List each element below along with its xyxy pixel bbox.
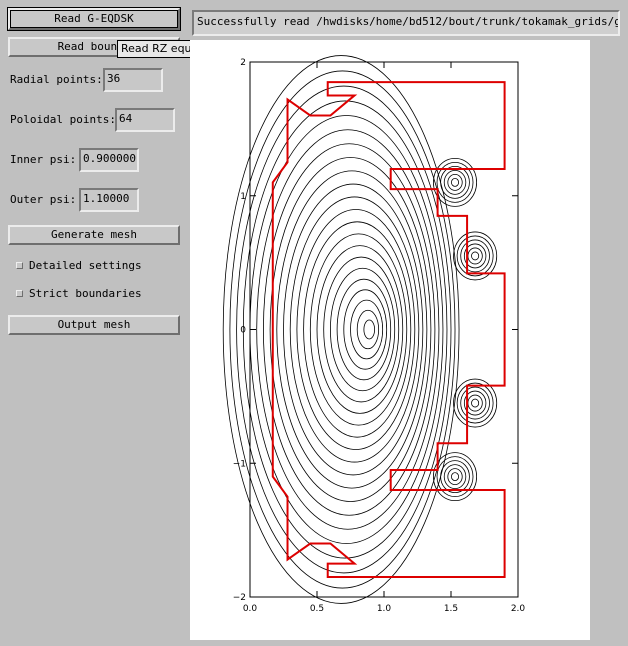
local-contour <box>467 247 483 265</box>
plot-area: 0.0 0.5 1.0 1.5 2.0 2 1 0 −1 −2 <box>190 40 590 640</box>
status-text-field: Successfully read /hwdisks/home/bd512/bo… <box>192 10 620 36</box>
strict-boundaries-label: Strict boundaries <box>29 287 142 300</box>
output-mesh-button[interactable]: Output mesh <box>8 315 180 335</box>
y-tick-label: 1 <box>240 192 246 202</box>
psi-contour <box>363 319 376 340</box>
wall-boundary <box>271 81 506 578</box>
psi-contour <box>283 183 424 476</box>
inner-psi-input[interactable]: 0.900000 <box>79 148 139 172</box>
psi-contour <box>296 209 416 450</box>
local-contour <box>440 460 470 494</box>
psi-contour <box>249 115 444 544</box>
local-contour <box>451 472 460 482</box>
x-tick-label: 1.0 <box>377 604 392 614</box>
local-contour <box>460 239 490 273</box>
radial-points-input[interactable]: 36 <box>103 68 163 92</box>
generate-mesh-button[interactable]: Generate mesh <box>8 225 180 245</box>
psi-contour <box>356 309 380 350</box>
inner-psi-label: Inner psi: <box>10 153 77 166</box>
local-contour <box>456 382 494 424</box>
radial-points-label: Radial points: <box>10 73 103 86</box>
psi-contour <box>316 245 404 414</box>
detailed-settings-label: Detailed settings <box>29 259 142 272</box>
local-contour <box>460 386 490 420</box>
outer-psi-input[interactable]: 1.10000 <box>79 188 139 212</box>
local-contour <box>467 394 483 412</box>
psi-contour <box>276 170 428 489</box>
poloidal-points-input[interactable]: 64 <box>115 108 175 132</box>
psi-contour <box>323 256 400 403</box>
psi-contour <box>309 233 408 426</box>
x-tick-label: 0.5 <box>310 604 324 614</box>
local-contour <box>447 468 463 486</box>
psi-contours <box>222 55 498 604</box>
local-contour <box>433 452 478 502</box>
detailed-settings-checkbox[interactable] <box>16 262 23 269</box>
y-tick-label: 0 <box>240 326 246 336</box>
local-contour <box>451 177 460 187</box>
local-contour <box>433 157 478 207</box>
y-tick-label: −2 <box>233 593 246 603</box>
psi-contour <box>263 143 436 516</box>
local-contour <box>471 398 480 408</box>
x-tick-label: 1.5 <box>444 604 458 614</box>
y-tick-label: −1 <box>233 459 246 469</box>
local-contour <box>440 165 470 199</box>
psi-contour <box>222 55 460 604</box>
psi-contour <box>329 267 396 392</box>
local-contour <box>447 173 463 191</box>
psi-contour <box>350 299 384 360</box>
equilibrium-contour-plot: 0.0 0.5 1.0 1.5 2.0 2 1 0 −1 −2 <box>222 55 526 614</box>
strict-boundaries-checkbox[interactable] <box>16 290 23 297</box>
y-tick-label: 2 <box>240 58 246 68</box>
x-tick-label: 2.0 <box>511 604 526 614</box>
local-contour <box>456 235 494 277</box>
local-contour <box>471 251 480 261</box>
psi-contour <box>289 196 420 463</box>
x-tick-label: 0.0 <box>243 604 258 614</box>
poloidal-points-label: Poloidal points: <box>10 113 116 126</box>
read-geqdsk-button[interactable]: Read G-EQDSK <box>7 7 181 31</box>
outer-psi-label: Outer psi: <box>10 193 77 206</box>
